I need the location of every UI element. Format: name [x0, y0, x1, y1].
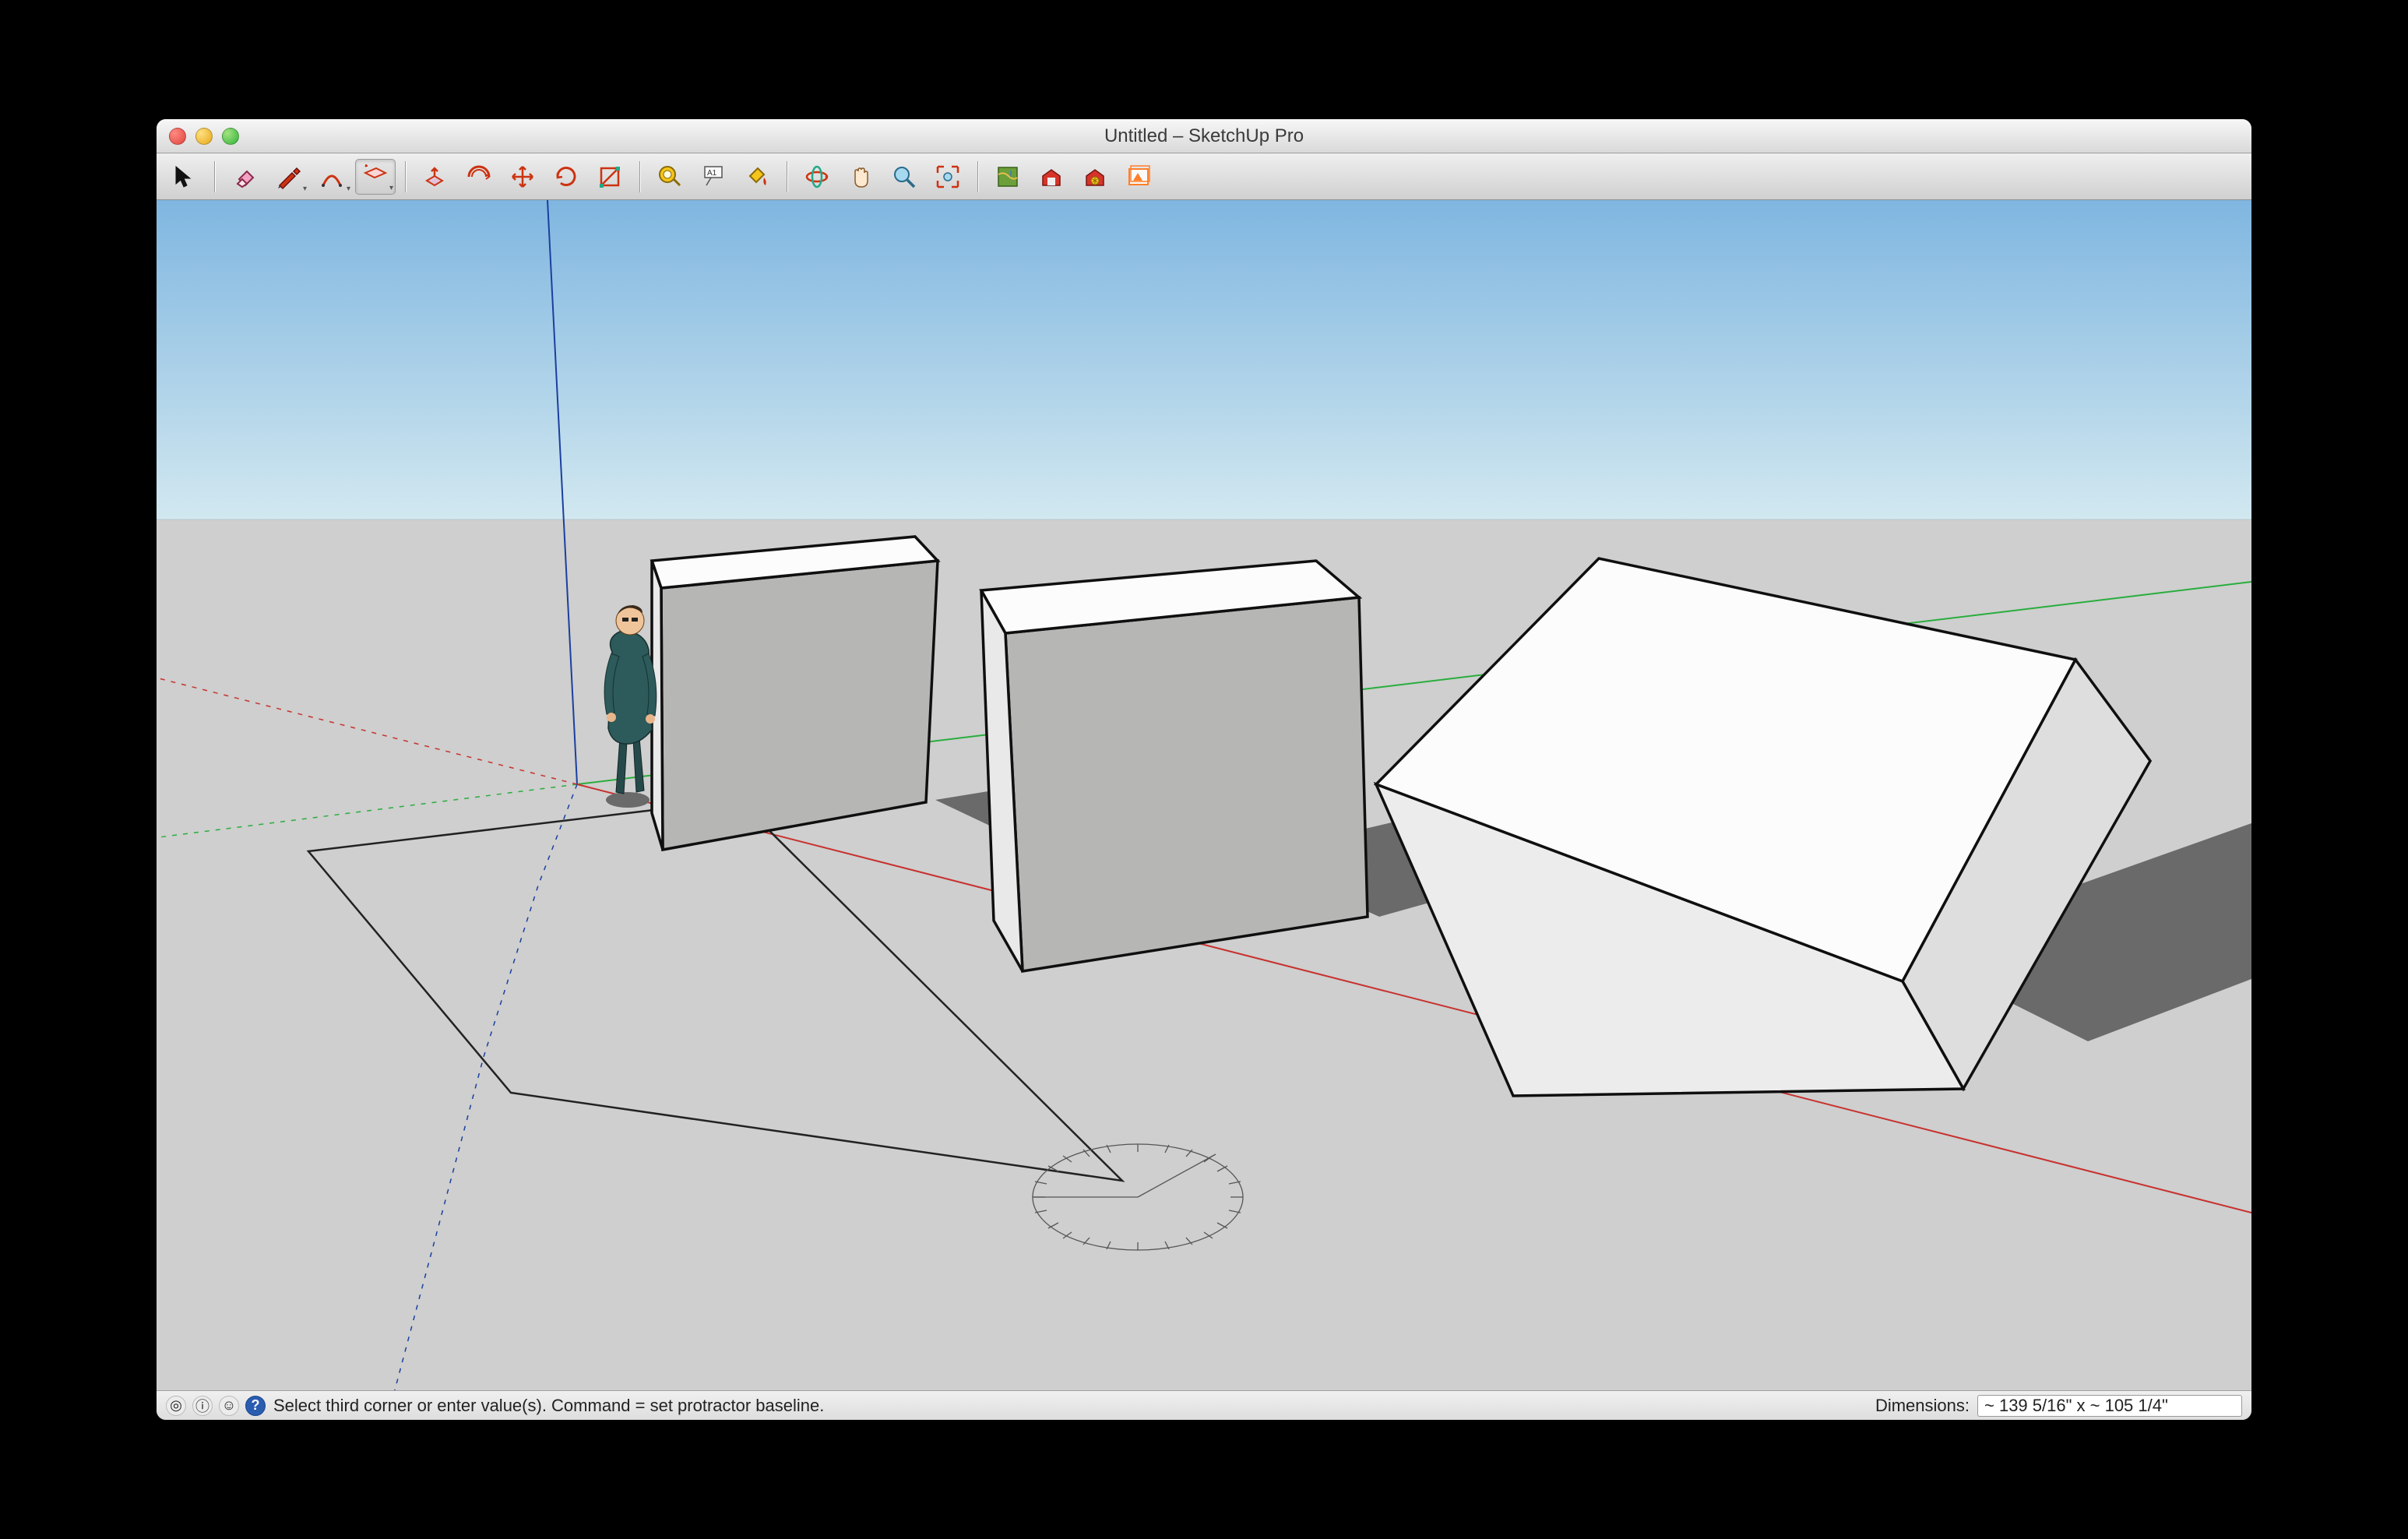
move-tool[interactable] [502, 159, 543, 195]
viewport[interactable] [157, 200, 2251, 1390]
paint-bucket-tool[interactable] [737, 159, 777, 195]
scale-icon [597, 164, 623, 190]
bucket-icon [744, 164, 770, 190]
warehouse-icon [1038, 164, 1065, 190]
offset-icon [466, 164, 492, 190]
scene [157, 200, 2251, 1390]
toolbar-separator [977, 161, 978, 192]
text-tool[interactable]: A1 [693, 159, 734, 195]
text-icon: A1 [700, 164, 727, 190]
toolbar: ▾ ▾ ▾ A1 [157, 153, 2251, 200]
cube-1 [652, 537, 938, 850]
statusbar: ◎ ⓘ ☺ ? Select third corner or enter val… [157, 1390, 2251, 1420]
3d-warehouse-tool[interactable] [1031, 159, 1072, 195]
layout-icon [1125, 164, 1152, 190]
titlebar: Untitled – SketchUp Pro [157, 119, 2251, 153]
offset-tool[interactable] [459, 159, 499, 195]
add-location-tool[interactable] [987, 159, 1028, 195]
window-title: Untitled – SketchUp Pro [157, 125, 2251, 147]
rotate-tool[interactable] [546, 159, 586, 195]
zoom-extents-tool[interactable] [928, 159, 968, 195]
pan-icon [847, 164, 874, 190]
minimize-window-button[interactable] [195, 128, 213, 145]
toolbar-separator [639, 161, 640, 192]
tape-measure-tool[interactable] [650, 159, 690, 195]
arc-icon [319, 164, 345, 190]
app-window: Untitled – SketchUp Pro ▾ ▾ ▾ [157, 119, 2251, 1420]
orbit-tool[interactable] [797, 159, 837, 195]
window-controls [169, 128, 239, 145]
geolocation-status-icon[interactable]: ◎ [166, 1396, 186, 1416]
dropdown-icon: ▾ [347, 185, 350, 193]
user-status-icon[interactable]: ☺ [219, 1396, 239, 1416]
arc-tool[interactable]: ▾ [312, 159, 352, 195]
layout-tool[interactable] [1118, 159, 1159, 195]
close-window-button[interactable] [169, 128, 186, 145]
dimensions-label: Dimensions: [1875, 1396, 1970, 1416]
zoom-window-button[interactable] [222, 128, 239, 145]
ext-warehouse-icon [1082, 164, 1108, 190]
zoom-extents-icon [935, 164, 961, 190]
zoom-icon [891, 164, 917, 190]
scale-tool[interactable] [590, 159, 630, 195]
dimensions-input[interactable]: ~ 139 5/16" x ~ 105 1/4" [1977, 1395, 2242, 1417]
svg-text:A1: A1 [707, 169, 717, 178]
cube-2 [981, 561, 1368, 971]
extension-warehouse-tool[interactable] [1075, 159, 1115, 195]
toolbar-separator [405, 161, 406, 192]
dropdown-icon: ▾ [303, 185, 307, 193]
push-pull-icon [422, 164, 449, 190]
rectangle-tool[interactable]: ▾ [355, 159, 396, 195]
orbit-icon [804, 164, 830, 190]
zoom-tool[interactable] [884, 159, 924, 195]
eraser-tool[interactable] [224, 159, 265, 195]
line-tool[interactable]: ▾ [268, 159, 308, 195]
select-tool[interactable] [164, 159, 205, 195]
status-hint: Select third corner or enter value(s). C… [273, 1396, 1875, 1416]
eraser-icon [231, 164, 258, 190]
location-icon [995, 164, 1021, 190]
credits-status-icon[interactable]: ⓘ [192, 1396, 213, 1416]
toolbar-separator [214, 161, 215, 192]
help-status-icon[interactable]: ? [245, 1396, 266, 1416]
tape-icon [657, 164, 683, 190]
move-icon [509, 164, 536, 190]
dimensions-value: ~ 139 5/16" x ~ 105 1/4" [1984, 1396, 2168, 1416]
dropdown-icon: ▾ [389, 184, 393, 192]
status-icons: ◎ ⓘ ☺ ? [166, 1396, 266, 1416]
rotate-icon [553, 164, 579, 190]
pencil-icon [275, 164, 301, 190]
cursor-icon [171, 164, 198, 190]
push-pull-tool[interactable] [415, 159, 456, 195]
pan-tool[interactable] [840, 159, 881, 195]
rectangle-icon [362, 164, 389, 190]
